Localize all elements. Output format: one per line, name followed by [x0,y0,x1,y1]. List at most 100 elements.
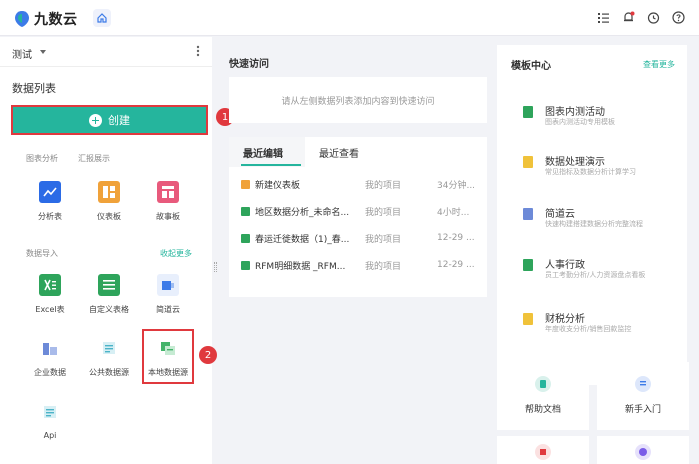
tile-label: Excel表 [35,305,65,314]
app-name: 九数云 [34,12,78,28]
data-list-panel: 测试 数据列表 创建 1 图表分析 汇报展示 分析表 仪表板 故事板 数据导入 … [0,37,234,464]
tile-label: 简道云 [156,305,180,314]
tile-label: 公共数据源 [89,368,129,377]
row-time: 34分钟... [437,180,476,191]
help-icon[interactable] [672,11,685,24]
row-project: 我的项目 [365,207,402,218]
bell-icon[interactable] [622,11,635,24]
plus-icon [89,113,102,127]
more-options-icon[interactable] [196,44,200,58]
panel-resize-handle[interactable] [214,262,217,272]
tab-chart-analysis[interactable]: 图表分析 [26,153,58,164]
template-desc: 常见指标及数据分析计算学习 [545,168,636,176]
row-time: 12-29 ... [437,260,475,270]
row-name: 春运迁徙数据（1)_春... [255,234,350,245]
tile-public-data[interactable]: 公共数据源 [79,337,139,387]
tile-api[interactable]: Api [20,401,80,451]
tile-label: 仪表板 [97,212,121,221]
enterprise-data-icon [39,337,61,359]
template-table-icon [523,106,533,118]
app-logo[interactable]: 九数云 [14,9,78,29]
tile-excel[interactable]: Excel表 [20,274,80,324]
table-row[interactable]: 春运迁徙数据（1)_春... 我的项目 12-29 ... [241,231,475,245]
guide-icon [635,376,651,392]
template-name: 数据处理演示 [545,157,605,168]
recent-tabs: 最近编辑 最近查看 [229,137,487,167]
public-data-icon [98,337,120,359]
view-more-link[interactable]: 查看更多 [643,59,675,70]
tab-recently-viewed[interactable]: 最近查看 [319,145,359,160]
local-data-highlight [142,329,194,384]
chevron-down-icon[interactable] [40,50,46,54]
template-sidebar: 模板中心 查看更多 图表内测活动 图表内测活动专用模板 数据处理演示 常见指标及… [497,37,699,464]
project-selector[interactable]: 测试 [12,46,32,61]
tile-dashboard[interactable]: 仪表板 [79,181,139,231]
row-name: RFM明细数据 _RFM... [255,261,346,272]
template-name: 人事行政 [545,260,585,271]
table-file-icon [241,260,250,270]
quick-access-hint: 请从左侧数据列表添加内容到快速访问 [281,96,435,107]
template-jiandaoyun-icon [523,208,533,220]
tab-recently-edited[interactable]: 最近编辑 [243,145,283,160]
excel-icon [39,274,61,296]
template-name: 财税分析 [545,314,585,325]
recent-panel: 最近编辑 最近查看 新建仪表板 我的项目 34分钟... 地区数据分析_未命名.… [229,137,487,297]
tile-custom-table[interactable]: 自定义表格 [79,274,139,324]
template-desc: 快速构建搭建数据分析完整流程 [545,220,643,228]
step-marker-2: 2 [199,346,217,364]
api-icon [39,401,61,423]
help-card-more-2[interactable] [597,436,689,464]
data-import-title: 数据导入 [26,249,58,258]
tile-label: 企业数据 [34,368,66,377]
analysis-table-icon [39,181,61,203]
row-project: 我的项目 [365,180,402,191]
tile-enterprise-data[interactable]: 企业数据 [20,337,80,387]
tile-label: Api [43,431,57,440]
dashboard-file-icon [241,179,250,189]
table-row[interactable]: RFM明细数据 _RFM... 我的项目 12-29 ... [241,258,475,272]
tile-analysis-table[interactable]: 分析表 [20,181,80,231]
help-card-more-1[interactable] [497,436,589,464]
active-tab-indicator [241,164,301,166]
custom-table-icon [98,274,120,296]
document-icon [535,376,551,392]
clock-icon[interactable] [647,11,660,24]
row-time: 12-29 ... [437,233,475,243]
table-row[interactable]: 地区数据分析_未命名... 我的项目 4小时... [241,204,469,218]
help-docs-card[interactable]: 帮助文档 [497,362,589,430]
template-desc: 员工考勤分析/人力资源盘点看板 [545,271,646,279]
quick-access-empty: 请从左侧数据列表添加内容到快速访问 [229,77,487,123]
template-table-icon [523,259,533,271]
project-header: 测试 [0,37,212,67]
row-project: 我的项目 [365,261,402,272]
create-label: 创建 [108,114,130,127]
top-bar: 九数云 [0,0,699,36]
template-name: 简道云 [545,209,575,220]
question-icon [635,444,651,460]
tile-label: 故事板 [156,212,180,221]
dashboard-icon [98,181,120,203]
create-button-highlight: 创建 [11,105,208,135]
template-center-title: 模板中心 [511,61,551,72]
create-button[interactable]: 创建 [13,107,206,133]
template-dashboard-icon [523,313,533,325]
template-desc: 图表内测活动专用模板 [545,118,615,126]
row-time: 4小时... [437,207,470,218]
creation-tabs: 图表分析 汇报展示 [26,153,110,164]
template-dashboard-icon [523,156,533,168]
table-row[interactable]: 新建仪表板 我的项目 34分钟... [241,177,475,191]
list-icon[interactable] [597,11,610,24]
template-name: 图表内测活动 [545,107,605,118]
tile-label: 分析表 [38,212,62,221]
home-icon [97,13,107,23]
newbie-guide-card[interactable]: 新手入门 [597,362,689,430]
help-docs-label: 帮助文档 [524,405,561,415]
row-name: 新建仪表板 [255,180,301,191]
template-center: 模板中心 查看更多 图表内测活动 图表内测活动专用模板 数据处理演示 常见指标及… [497,45,687,385]
home-button[interactable] [93,9,111,27]
table-file-icon [241,206,250,216]
tab-report-display[interactable]: 汇报展示 [78,153,110,164]
tile-jiandaoyun[interactable]: 简道云 [138,274,198,324]
collapse-more-link[interactable]: 收起更多 [160,248,192,259]
tile-storyboard[interactable]: 故事板 [138,181,198,231]
